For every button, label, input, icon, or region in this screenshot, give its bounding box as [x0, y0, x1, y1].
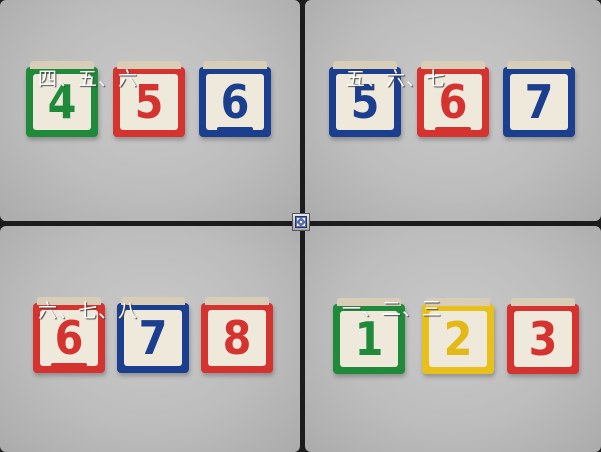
- expand-icon: [295, 216, 307, 228]
- block-digit: 5: [134, 75, 164, 129]
- number-block: 7: [503, 61, 575, 137]
- number-blocks: 6 7 8: [0, 226, 300, 452]
- number-blocks: 4 5 6: [0, 0, 300, 221]
- panel-caption: 四、五、六: [38, 68, 139, 90]
- panel-bottom-left[interactable]: 六、七、八 6 7 8: [0, 226, 300, 452]
- panel-bottom-right[interactable]: 一、二、三 1 2 3: [305, 226, 601, 452]
- panel-caption: 一、二、三: [342, 298, 443, 320]
- block-digit: 7: [524, 75, 554, 129]
- expand-button[interactable]: [292, 213, 310, 231]
- panel-caption: 五、六、七: [346, 68, 447, 90]
- number-block: 3: [507, 298, 579, 374]
- digit-underline: [435, 127, 471, 131]
- digit-underline: [51, 363, 87, 367]
- quad-view-grid: 四、五、六 4 5 6 五、六、七 5 6 7 六、七、八 6 7 8 一、二、…: [0, 0, 601, 452]
- number-blocks: 1 2 3: [305, 226, 601, 452]
- number-block: 6: [199, 61, 271, 137]
- block-digit: 8: [222, 311, 252, 365]
- panel-top-right[interactable]: 五、六、七 5 6 7: [305, 0, 601, 221]
- panel-caption: 六、七、八: [38, 300, 139, 322]
- block-digit: 6: [220, 75, 250, 129]
- panel-top-left[interactable]: 四、五、六 4 5 6: [0, 0, 300, 221]
- block-digit: 3: [528, 312, 558, 366]
- block-digit: 2: [443, 312, 473, 366]
- number-block: 8: [201, 297, 273, 373]
- block-digit: 7: [138, 311, 168, 365]
- number-blocks: 5 6 7: [305, 0, 601, 221]
- digit-underline: [217, 127, 253, 131]
- block-digit: 1: [354, 312, 384, 366]
